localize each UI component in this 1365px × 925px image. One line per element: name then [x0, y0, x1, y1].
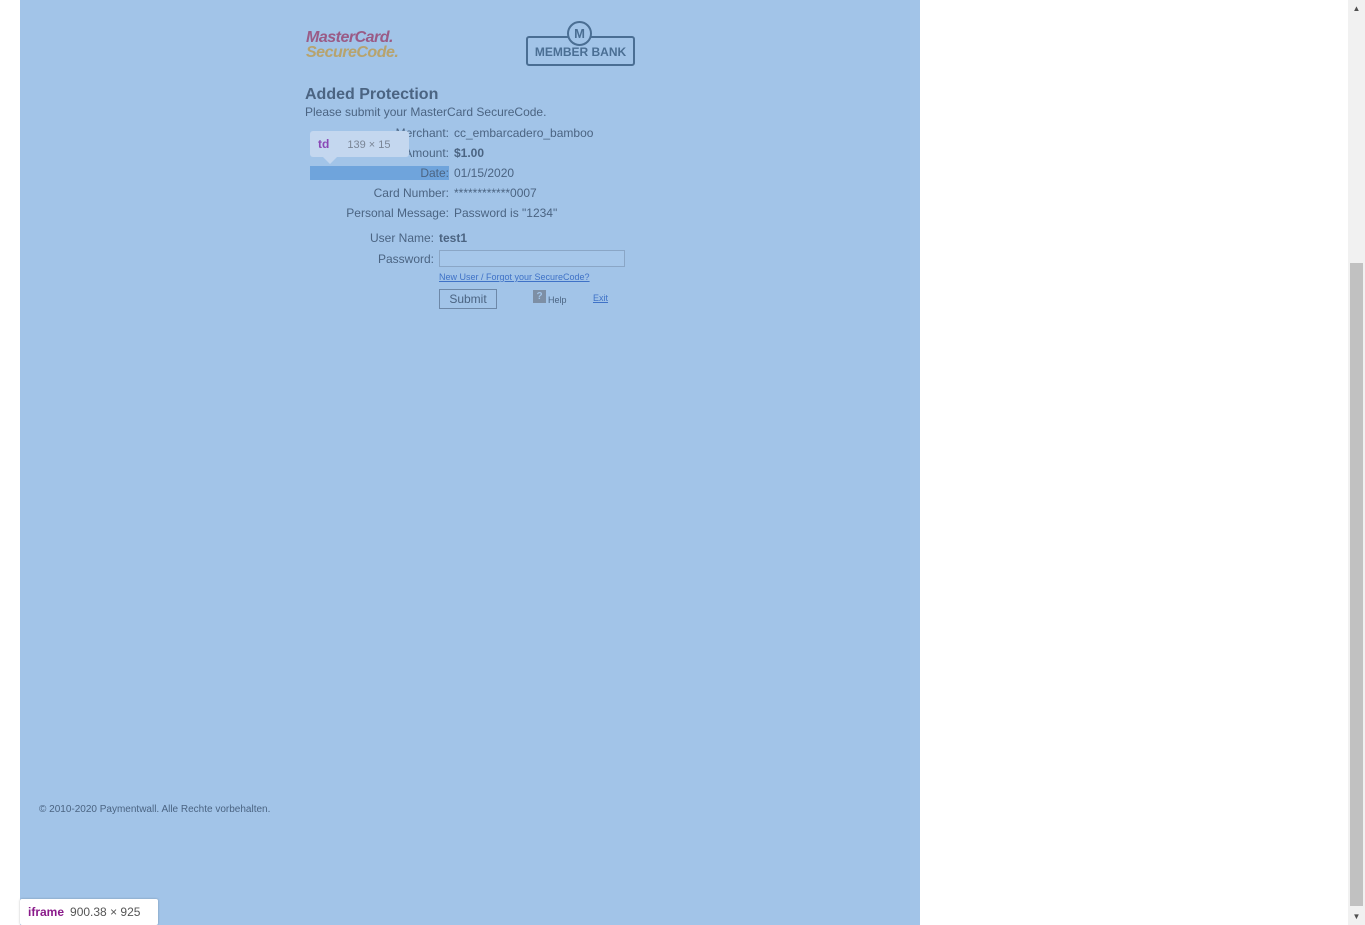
- merchant-value: cc_embarcadero_bamboo: [454, 126, 594, 140]
- iframe-size-badge: iframe 900.38 × 925: [20, 899, 158, 925]
- scrollbar-thumb[interactable]: [1350, 263, 1363, 906]
- inspect-tooltip: td 139 × 15: [310, 131, 409, 157]
- tooltip-dimensions: 139 × 15: [347, 139, 391, 151]
- card-number-value: ************0007: [454, 186, 537, 200]
- card-number-label: Card Number:: [373, 186, 449, 200]
- iframe-badge-tag: iframe: [28, 905, 65, 919]
- page-subtitle: Please submit your MasterCard SecureCode…: [305, 105, 547, 119]
- password-input[interactable]: [439, 250, 625, 267]
- tooltip-arrow: [323, 157, 337, 164]
- personal-message-label: Personal Message:: [346, 206, 449, 220]
- password-label: Password:: [377, 252, 434, 266]
- username-value: test1: [439, 231, 468, 245]
- member-bank-mark: M: [567, 21, 592, 46]
- page-title: Added Protection: [305, 86, 439, 103]
- page: MasterCard. SecureCode. MEMBER BANK M Ad…: [0, 0, 1365, 925]
- scroll-up-arrow-icon[interactable]: ▲: [1348, 0, 1365, 17]
- amount-value: $1.00: [454, 146, 485, 160]
- personal-message-value: Password is "1234": [454, 206, 558, 220]
- mastercard-securecode-logo: MasterCard. SecureCode.: [306, 29, 399, 61]
- footer-copyright: © 2010-2020 Paymentwall. Alle Rechte vor…: [39, 804, 271, 815]
- help-link[interactable]: Help: [548, 295, 567, 305]
- username-label: User Name:: [369, 231, 434, 245]
- securecode-logo-text: SecureCode.: [306, 44, 399, 61]
- tooltip-tag: td: [318, 137, 330, 151]
- scroll-down-arrow-icon[interactable]: ▼: [1348, 908, 1365, 925]
- submit-button[interactable]: Submit: [439, 289, 497, 309]
- iframe-badge-dimensions: 900.38 × 925: [70, 905, 141, 919]
- date-value: 01/15/2020: [454, 166, 515, 180]
- iframe-content: MasterCard. SecureCode. MEMBER BANK M Ad…: [20, 0, 920, 925]
- exit-link[interactable]: Exit: [593, 293, 608, 303]
- forgot-securecode-link[interactable]: New User / Forgot your SecureCode?: [439, 272, 590, 282]
- help-icon[interactable]: ?: [533, 290, 546, 303]
- date-label: Date:: [420, 166, 449, 180]
- mastercard-logo-text: MasterCard.: [306, 29, 393, 46]
